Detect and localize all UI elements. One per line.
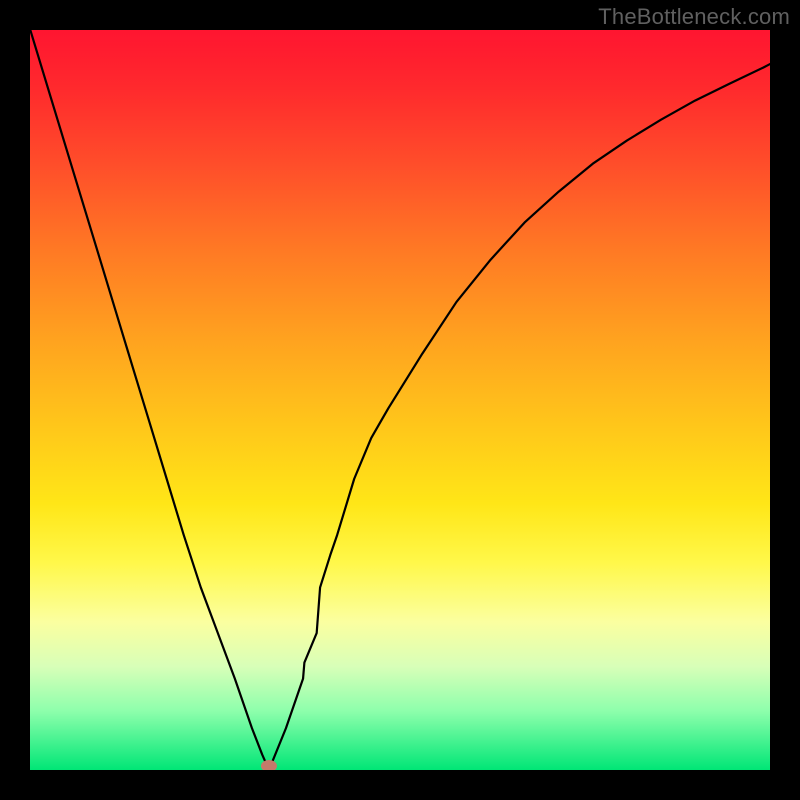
bottleneck-curve [30,30,770,770]
chart-curve-layer [30,30,770,770]
watermark-text: TheBottleneck.com [598,4,790,30]
chart-area [30,30,770,770]
minimum-marker [261,760,277,770]
